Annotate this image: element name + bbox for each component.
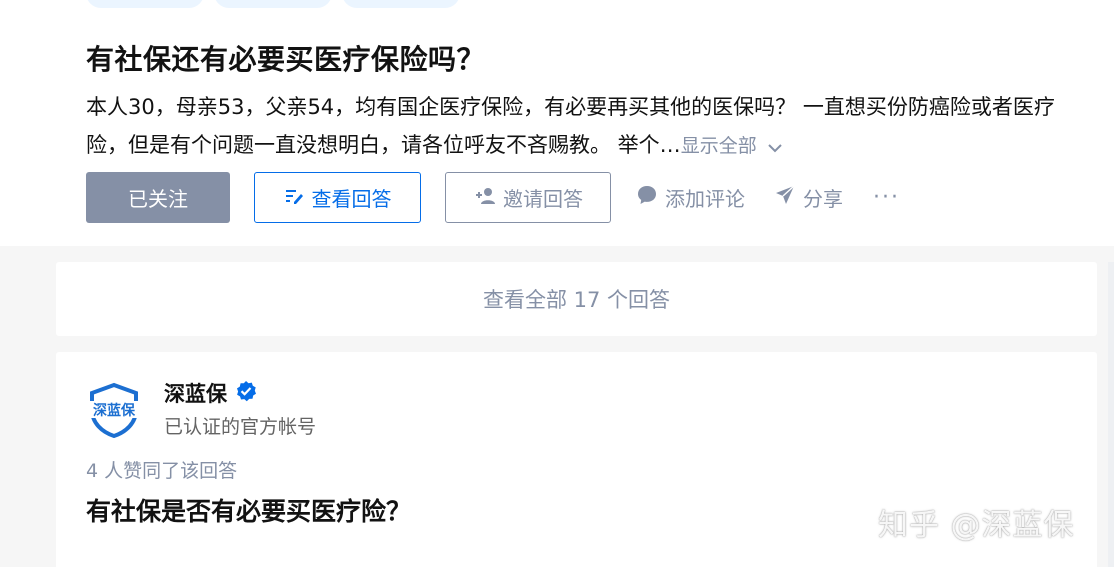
question-excerpt[interactable]: 本人30，母亲53，父亲54，均有国企医疗保险，有必要再买其他的医保吗？ 一直想…: [86, 88, 1081, 166]
show-all-button[interactable]: 显示全部: [681, 135, 783, 157]
view-all-answers-label: 查看全部 17 个回答: [482, 288, 671, 312]
invite-label: 邀请回答: [503, 187, 583, 211]
shield-logo-icon: 深蓝保: [87, 382, 141, 439]
answer-heading: 有社保是否有必要买医疗险？: [86, 497, 412, 526]
invite-user-icon: [473, 186, 503, 210]
author-name[interactable]: 深蓝保: [164, 378, 257, 408]
view-answers-label: 查看回答: [311, 187, 392, 211]
author-name-text: 深蓝保: [164, 382, 227, 406]
share-button[interactable]: 分享: [775, 183, 843, 212]
more-button[interactable]: ···: [873, 185, 900, 210]
chevron-down-icon: [767, 128, 783, 166]
followed-label: 已关注: [128, 187, 188, 211]
view-all-answers-button[interactable]: 查看全部 17 个回答: [56, 262, 1097, 336]
author-description: 已认证的官方帐号: [164, 416, 317, 438]
answer-edit-icon: [284, 186, 312, 210]
invite-button[interactable]: 邀请回答: [445, 172, 611, 223]
verified-badge-icon: [235, 380, 257, 407]
followed-button[interactable]: 已关注: [86, 172, 230, 223]
topic-tag[interactable]: [214, 0, 332, 8]
question-excerpt-text: 本人30，母亲53，父亲54，均有国企医疗保险，有必要再买其他的医保吗？ 一直想…: [86, 95, 1055, 157]
voter-count[interactable]: 4 人赞同了该回答: [86, 456, 237, 483]
question-card: 有社保还有必要买医疗保险吗？ 本人30，母亲53，父亲54，均有国企医疗保险，有…: [0, 0, 1114, 246]
avatar[interactable]: 深蓝保: [86, 382, 142, 439]
show-all-label: 显示全部: [680, 135, 757, 157]
share-label: 分享: [803, 187, 843, 211]
topic-tag[interactable]: [342, 0, 460, 8]
watermark: 知乎 @深蓝保: [878, 508, 1075, 543]
page-edge-divider: [1108, 262, 1114, 567]
comment-label: 添加评论: [665, 187, 745, 211]
share-paper-plane-icon: [775, 185, 803, 210]
comment-button[interactable]: 添加评论: [637, 183, 745, 212]
avatar-logo-text: 深蓝保: [93, 402, 136, 419]
topic-tag[interactable]: [86, 0, 204, 8]
more-icon: ···: [873, 185, 900, 210]
question-actions: 已关注 查看回答 邀请回答 添加评论 分享 ···: [86, 172, 900, 223]
comment-bubble-icon: [637, 185, 665, 210]
view-answers-button[interactable]: 查看回答: [254, 172, 421, 223]
question-title[interactable]: 有社保还有必要买医疗保险吗？: [86, 38, 485, 78]
